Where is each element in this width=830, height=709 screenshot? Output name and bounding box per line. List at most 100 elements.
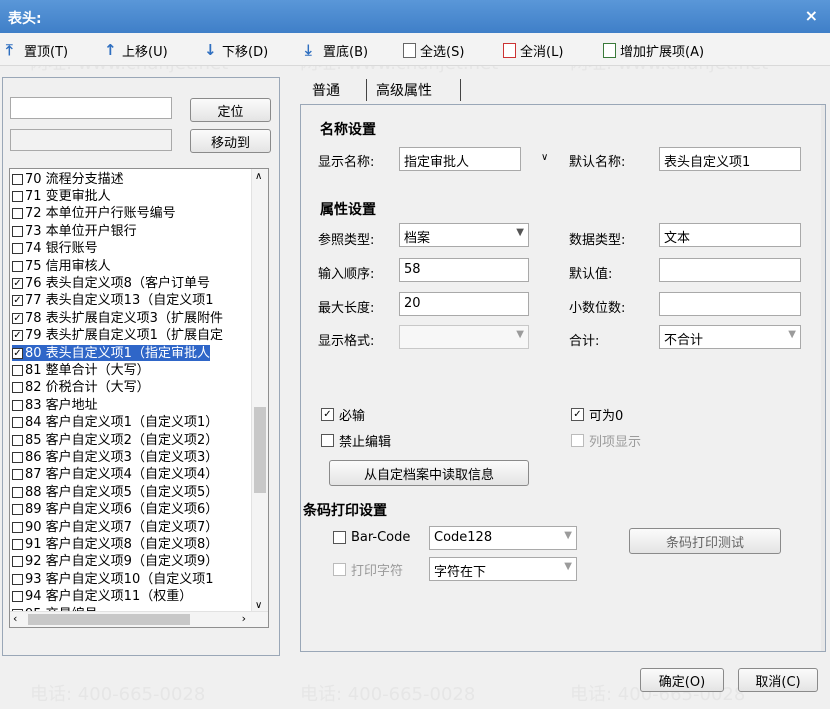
display-format-select[interactable]: ▼ <box>399 325 529 349</box>
ref-type-select[interactable]: 档案 ▼ <box>399 223 529 247</box>
list-item-checkbox[interactable]: ✓ <box>12 277 23 289</box>
list-item[interactable]: 83 客户地址 <box>12 397 98 413</box>
list-item-checkbox[interactable] <box>12 243 23 255</box>
locate-input[interactable] <box>10 97 172 119</box>
move-top-button[interactable]: ⤒ 置顶(T) <box>6 40 68 60</box>
print-char-checkbox[interactable]: 打印字符 <box>333 560 403 579</box>
list-item-checkbox[interactable] <box>12 538 23 550</box>
list-item[interactable]: 91 客户自定义项8（自定义项8） <box>12 536 218 552</box>
list-item-checkbox[interactable] <box>12 469 23 481</box>
list-item[interactable]: 81 整单合计（大写） <box>12 362 150 378</box>
list-item-checkbox[interactable] <box>12 190 23 202</box>
list-item[interactable]: 82 价税合计（大写） <box>12 380 150 396</box>
list-item-checkbox[interactable] <box>12 573 23 585</box>
list-item[interactable]: 75 信用审核人 <box>12 258 111 274</box>
list-item[interactable]: 74 银行账号 <box>12 241 98 257</box>
list-item-checkbox[interactable] <box>12 173 23 185</box>
move-bottom-button[interactable]: ⤓ 置底(B) <box>305 40 368 60</box>
data-type-field[interactable]: 文本 <box>659 223 801 247</box>
list-item-checkbox[interactable] <box>12 434 23 446</box>
list-item[interactable]: 72 本单位开户行账号编号 <box>12 206 176 222</box>
print-char-select[interactable]: 字符在下 ▼ <box>429 557 577 581</box>
deselect-all-button[interactable]: 全消(L) <box>503 40 563 60</box>
list-item-checkbox[interactable] <box>12 382 23 394</box>
list-item-checkbox[interactable] <box>12 591 23 603</box>
barcode-type-select[interactable]: Code128 ▼ <box>429 526 577 550</box>
move-up-button[interactable]: ↑ 上移(U) <box>104 40 168 60</box>
list-item[interactable]: 85 客户自定义项2（自定义项2） <box>12 432 218 448</box>
list-item[interactable]: 94 客户自定义项11（权重） <box>12 589 192 605</box>
list-item-checkbox[interactable]: ✓ <box>12 347 23 359</box>
list-item-checkbox[interactable] <box>12 225 23 237</box>
scroll-down-icon[interactable]: ∨ <box>255 600 262 611</box>
field-list[interactable]: 70 流程分支描述 71 变更审批人 72 本单位开户行账号编号 73 本单位开户银行… <box>9 168 269 628</box>
list-item-checkbox[interactable] <box>12 451 23 463</box>
vertical-scrollbar[interactable]: ∧ ∨ <box>251 169 268 613</box>
list-item[interactable]: 84 客户自定义项1（自定义项1） <box>12 415 218 431</box>
scroll-up-icon[interactable]: ∧ <box>255 171 262 182</box>
ok-button[interactable]: 确定(O) <box>640 668 724 692</box>
barcode-checkbox[interactable]: Bar-Code <box>333 530 410 545</box>
total-select[interactable]: 不合计 ▼ <box>659 325 801 349</box>
list-item-checkbox[interactable] <box>12 260 23 272</box>
panel-scrollbar[interactable] <box>821 105 825 651</box>
horizontal-scroll-thumb[interactable] <box>28 614 190 625</box>
list-item-checkbox[interactable]: ✓ <box>12 312 23 324</box>
print-char-label: 打印字符 <box>351 564 404 579</box>
move-to-input[interactable] <box>10 129 172 151</box>
list-item[interactable]: ✓ 76 表头自定义项8（客户订单号 <box>12 275 210 291</box>
list-item[interactable]: ✓ 79 表头扩展自定义项1（扩展自定 <box>12 328 223 344</box>
allow-zero-checkbox[interactable]: ✓ 可为0 <box>571 405 623 424</box>
list-item[interactable]: ✓ 78 表头扩展自定义项3（扩展附件 <box>12 310 223 326</box>
list-item[interactable]: 88 客户自定义项5（自定义项5） <box>12 484 218 500</box>
list-item-checkbox[interactable] <box>12 399 23 411</box>
list-item[interactable]: 70 流程分支描述 <box>12 171 124 187</box>
list-item[interactable]: 92 客户自定义项9（自定义项9） <box>12 554 218 570</box>
close-icon[interactable]: × <box>805 6 818 25</box>
list-item[interactable]: 89 客户自定义项6（自定义项6） <box>12 502 218 518</box>
list-item-checkbox[interactable] <box>12 208 23 220</box>
no-edit-checkbox[interactable]: 禁止编辑 <box>321 431 391 450</box>
chevron-down-icon[interactable]: ∨ <box>541 152 548 163</box>
display-name-input[interactable]: 指定审批人 <box>399 147 521 171</box>
tab-advanced[interactable]: 高级属性 <box>376 80 432 100</box>
move-down-button[interactable]: ↓ 下移(D) <box>204 40 268 60</box>
default-name-label: 默认名称: <box>569 155 626 170</box>
list-item[interactable]: 87 客户自定义项4（自定义项4） <box>12 467 218 483</box>
list-item[interactable]: 93 客户自定义项10（自定义项1 <box>12 571 214 587</box>
list-item[interactable]: ✓ 77 表头自定义项13（自定义项1 <box>12 293 214 309</box>
list-item-checkbox[interactable] <box>12 417 23 429</box>
scroll-left-icon[interactable]: ‹ <box>13 612 17 625</box>
list-item-label: 70 流程分支描述 <box>25 171 124 187</box>
column-show-checkbox[interactable]: 列项显示 <box>571 431 641 450</box>
add-extension-button[interactable]: 增加扩展项(A) <box>603 40 704 60</box>
scroll-right-icon[interactable]: › <box>242 612 246 625</box>
locate-button[interactable]: 定位 <box>190 98 271 122</box>
list-item-label: 81 整单合计（大写） <box>25 362 150 378</box>
barcode-test-button[interactable]: 条码打印测试 <box>629 528 781 554</box>
input-order-input[interactable]: 58 <box>399 258 529 282</box>
list-item[interactable]: ✓ 80 表头自定义项1（指定审批人 <box>12 345 210 361</box>
default-value-input[interactable] <box>659 258 801 282</box>
max-length-input[interactable]: 20 <box>399 292 529 316</box>
list-item-checkbox[interactable]: ✓ <box>12 330 23 342</box>
decimals-input[interactable] <box>659 292 801 316</box>
tab-general[interactable]: 普通 <box>312 80 340 100</box>
horizontal-scrollbar[interactable]: ‹ › <box>10 611 268 627</box>
select-all-button[interactable]: 全选(S) <box>403 40 464 60</box>
list-item[interactable]: 86 客户自定义项3（自定义项3） <box>12 449 218 465</box>
list-item-checkbox[interactable] <box>12 504 23 516</box>
list-item-checkbox[interactable]: ✓ <box>12 295 23 307</box>
list-item[interactable]: 90 客户自定义项7（自定义项7） <box>12 519 218 535</box>
list-item-checkbox[interactable] <box>12 486 23 498</box>
vertical-scroll-thumb[interactable] <box>254 407 266 493</box>
move-to-button[interactable]: 移动到 <box>190 129 271 153</box>
list-item-checkbox[interactable] <box>12 556 23 568</box>
list-item-checkbox[interactable] <box>12 521 23 533</box>
cancel-button[interactable]: 取消(C) <box>738 668 818 692</box>
list-item-checkbox[interactable] <box>12 364 23 376</box>
list-item[interactable]: 71 变更审批人 <box>12 188 111 204</box>
read-archive-button[interactable]: 从自定档案中读取信息 <box>329 460 529 486</box>
required-checkbox[interactable]: ✓ 必输 <box>321 405 365 424</box>
list-item[interactable]: 73 本单位开户银行 <box>12 223 137 239</box>
